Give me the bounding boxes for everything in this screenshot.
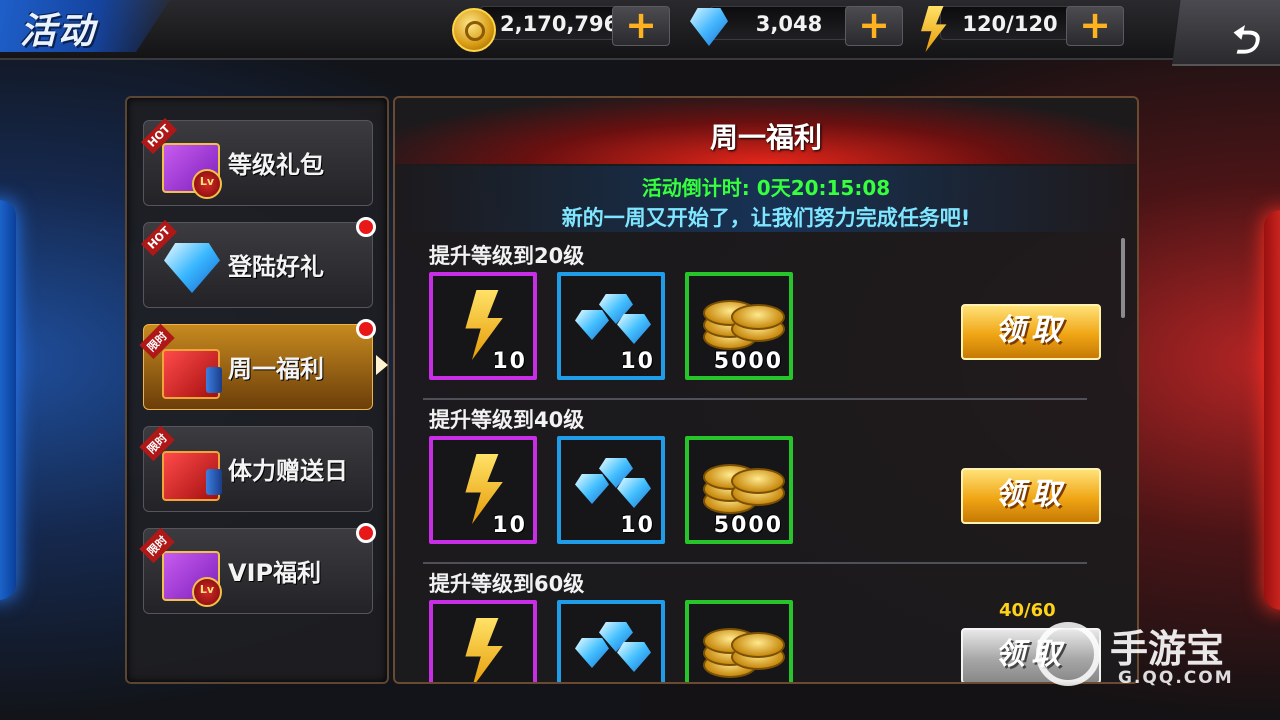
- task-row: 提升等级到40级 10 10 5000 领取: [395, 404, 1105, 568]
- notification-badge: [356, 523, 376, 543]
- reward-gold[interactable]: 5000: [685, 436, 793, 544]
- add-gold-button[interactable]: +: [612, 6, 670, 46]
- reward-quantity: 10: [620, 513, 655, 538]
- sidebar-item-label: VIP福利: [228, 559, 322, 587]
- reward-energy[interactable]: [429, 600, 537, 682]
- notification-badge: [356, 319, 376, 339]
- sidebar-item-monday-welfare[interactable]: 限时 周一福利: [139, 319, 388, 410]
- activity-detail-panel: 周一福利 活动倒计时: 0天20:15:08 新的一周又开始了，让我们努力完成任…: [393, 96, 1139, 684]
- activity-sidebar: Lv HOT 等级礼包 HOT 登陆好礼 限时 周一福利 限时 体力赠送日 Lv…: [125, 96, 389, 684]
- sidebar-item-login-gift[interactable]: HOT 登陆好礼: [140, 217, 376, 308]
- diamond-icon: [575, 474, 609, 504]
- task-row: 提升等级到20级 10 10 5000 领取: [395, 240, 1105, 404]
- energy-value: 120/120: [962, 12, 1058, 36]
- energy-bolt-icon: [465, 618, 503, 682]
- countdown-timer: 活动倒计时: 0天20:15:08: [641, 176, 891, 200]
- divider: [423, 562, 1087, 564]
- reward-quantity: 10: [620, 349, 655, 374]
- scrollbar[interactable]: [1121, 238, 1125, 318]
- reward-quantity: 5000: [713, 513, 783, 538]
- task-title: 提升等级到40级: [429, 408, 585, 432]
- reward-quantity: 10: [492, 513, 527, 538]
- sidebar-item-level-gift[interactable]: Lv HOT 等级礼包: [140, 117, 373, 206]
- notification-badge: [356, 217, 376, 237]
- claim-button[interactable]: 领取: [961, 304, 1101, 360]
- diamond-icon: [575, 638, 609, 668]
- sidebar-item-vip-welfare[interactable]: Lv 限时 VIP福利: [139, 523, 376, 614]
- back-button[interactable]: ⮌: [1172, 0, 1280, 66]
- sidebar-item-label: 登陆好礼: [228, 253, 324, 281]
- task-title: 提升等级到20级: [429, 244, 585, 268]
- reward-diamond[interactable]: 10: [557, 272, 665, 380]
- diamond-icon: [575, 310, 609, 340]
- top-bar: 活动 2,170,796 + 3,048 + 120/120 +: [0, 0, 1280, 60]
- selected-arrow-icon: [376, 355, 388, 375]
- reward-energy[interactable]: 10: [429, 436, 537, 544]
- sidebar-item-energy-day[interactable]: 限时 体力赠送日: [139, 425, 373, 512]
- right-edge-glow: [1264, 210, 1280, 610]
- reward-diamond[interactable]: [557, 600, 665, 682]
- left-edge-glow: [0, 200, 16, 600]
- reward-quantity: 5000: [713, 349, 783, 374]
- task-row: 提升等级到60级 40/60 领取: [395, 568, 1105, 682]
- diamond-value: 3,048: [755, 12, 823, 36]
- watermark: 手游宝 G.QQ.COM: [1036, 616, 1266, 696]
- gold-value: 2,170,796: [500, 12, 619, 36]
- watermark-text: 手游宝: [1110, 627, 1225, 671]
- watermark-logo-icon: [1036, 622, 1100, 686]
- reward-quantity: 10: [492, 349, 527, 374]
- add-diamond-button[interactable]: +: [845, 6, 903, 46]
- reward-energy[interactable]: 10: [429, 272, 537, 380]
- sidebar-item-label: 体力赠送日: [228, 457, 348, 485]
- sidebar-item-label: 周一福利: [228, 355, 324, 383]
- reward-gold[interactable]: 5000: [685, 272, 793, 380]
- panel-title: 周一福利: [709, 121, 822, 154]
- reward-diamond[interactable]: 10: [557, 436, 665, 544]
- page-title: 活动: [20, 11, 97, 52]
- gold-coin-icon: [452, 8, 496, 52]
- divider: [423, 398, 1087, 400]
- sidebar-item-label: 等级礼包: [228, 151, 324, 179]
- activity-description: 新的一周又开始了，让我们努力完成任务吧!: [561, 206, 971, 230]
- reward-gold[interactable]: [685, 600, 793, 682]
- diamond-icon: [690, 8, 728, 46]
- claim-button[interactable]: 领取: [961, 468, 1101, 524]
- watermark-url: G.QQ.COM: [1118, 668, 1234, 688]
- task-title: 提升等级到60级: [429, 572, 585, 596]
- add-energy-button[interactable]: +: [1066, 6, 1124, 46]
